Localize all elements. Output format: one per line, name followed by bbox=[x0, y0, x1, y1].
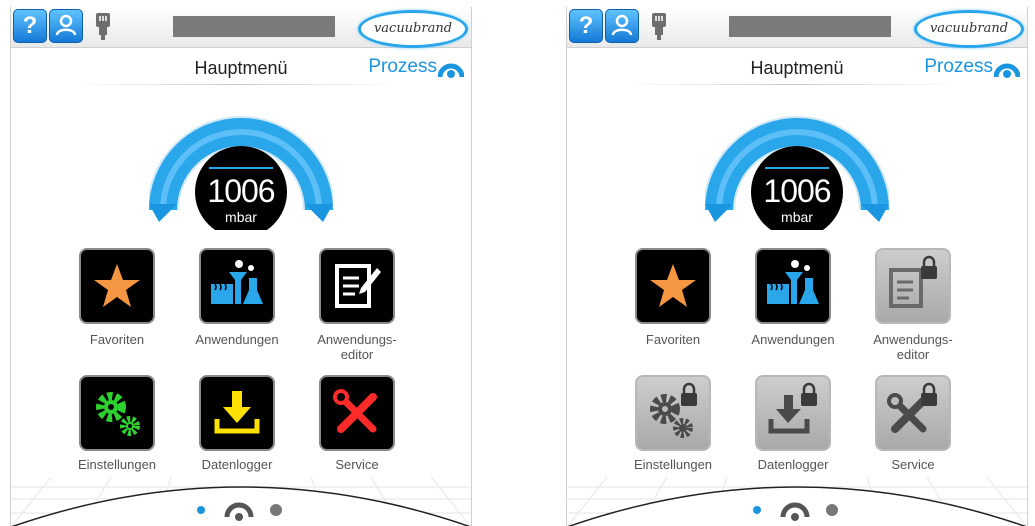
top-bar: ? vacuubrand bbox=[11, 7, 471, 48]
gears-icon bbox=[96, 392, 140, 436]
service-tile[interactable] bbox=[319, 375, 395, 451]
device-name-field bbox=[729, 16, 891, 37]
process-gauge-icon[interactable] bbox=[994, 57, 1020, 79]
page-indicator-floor bbox=[11, 477, 471, 526]
tools-locked-icon bbox=[887, 382, 937, 433]
tools-icon bbox=[333, 389, 377, 433]
service-label: Service bbox=[335, 457, 379, 472]
favorites-label: Favoriten bbox=[89, 332, 145, 347]
application-editor-tile-locked[interactable] bbox=[875, 248, 951, 324]
user-button[interactable] bbox=[49, 9, 83, 43]
pressure-value: 1006 bbox=[207, 173, 275, 209]
applications-label: Anwendungen bbox=[751, 332, 835, 347]
page-dot-3[interactable] bbox=[270, 504, 282, 516]
applications-label: Anwendungen bbox=[195, 332, 279, 347]
settings-label: Einstellungen bbox=[633, 457, 713, 472]
gears-locked-icon bbox=[650, 382, 697, 438]
datalogger-label: Datenlogger bbox=[757, 457, 829, 472]
application-editor-label-line1: Anwendungs- bbox=[873, 332, 953, 347]
user-icon bbox=[611, 14, 633, 36]
application-editor-tile[interactable] bbox=[319, 248, 395, 324]
process-link[interactable]: Prozess bbox=[924, 56, 993, 78]
edit-document-locked-icon bbox=[889, 255, 937, 308]
favorites-label: Favoriten bbox=[645, 332, 701, 347]
star-icon bbox=[650, 264, 696, 307]
process-link[interactable]: Prozess bbox=[368, 56, 437, 78]
vacuubrand-logo: vacuubrand bbox=[358, 10, 468, 48]
pressure-value: 1006 bbox=[763, 173, 831, 209]
top-bar: ? vacuubrand bbox=[567, 7, 1027, 48]
page-dot-1[interactable] bbox=[753, 506, 761, 514]
application-editor-label: Anwendungs- editor bbox=[853, 332, 973, 362]
page-indicator-floor bbox=[567, 477, 1027, 526]
lab-equipment-icon bbox=[767, 260, 819, 304]
settings-tile-locked[interactable] bbox=[635, 375, 711, 451]
screen-main-menu-locked: ? vacuubrand Hauptmenü Prozess 1006 mbar… bbox=[566, 7, 1028, 526]
title-divider bbox=[71, 84, 401, 85]
user-icon bbox=[55, 14, 77, 36]
service-tile-locked[interactable] bbox=[875, 375, 951, 451]
datalogger-label: Datenlogger bbox=[201, 457, 273, 472]
service-label: Service bbox=[891, 457, 935, 472]
page-dot-3[interactable] bbox=[826, 504, 838, 516]
device-name-field bbox=[173, 16, 335, 37]
application-editor-label-line2: editor bbox=[896, 347, 930, 362]
lab-equipment-icon bbox=[211, 260, 263, 304]
vacuubrand-logo: vacuubrand bbox=[914, 10, 1024, 48]
help-button[interactable]: ? bbox=[13, 9, 47, 43]
download-locked-icon bbox=[768, 382, 817, 434]
process-gauge-icon[interactable] bbox=[438, 57, 464, 79]
network-plug-icon bbox=[96, 13, 110, 40]
page-dot-1[interactable] bbox=[197, 506, 205, 514]
download-icon bbox=[214, 391, 260, 434]
application-editor-label: Anwendungs- editor bbox=[297, 332, 417, 362]
settings-tile[interactable] bbox=[79, 375, 155, 451]
user-button[interactable] bbox=[605, 9, 639, 43]
applications-tile[interactable] bbox=[755, 248, 831, 324]
edit-document-icon bbox=[335, 264, 381, 308]
star-icon bbox=[94, 264, 140, 307]
pressure-unit: mbar bbox=[781, 209, 813, 225]
help-button[interactable]: ? bbox=[569, 9, 603, 43]
favorites-tile[interactable] bbox=[79, 248, 155, 324]
pressure-unit: mbar bbox=[225, 209, 257, 225]
settings-label: Einstellungen bbox=[77, 457, 157, 472]
datalogger-tile[interactable] bbox=[199, 375, 275, 451]
application-editor-label-line1: Anwendungs- bbox=[317, 332, 397, 347]
favorites-tile[interactable] bbox=[635, 248, 711, 324]
network-plug-icon bbox=[652, 13, 666, 40]
datalogger-tile-locked[interactable] bbox=[755, 375, 831, 451]
screen-main-menu-unlocked: ? vacuubrand Hauptmenü Prozess 1006 mbar… bbox=[10, 7, 472, 526]
application-editor-label-line2: editor bbox=[340, 347, 374, 362]
title-divider bbox=[627, 84, 957, 85]
applications-tile[interactable] bbox=[199, 248, 275, 324]
